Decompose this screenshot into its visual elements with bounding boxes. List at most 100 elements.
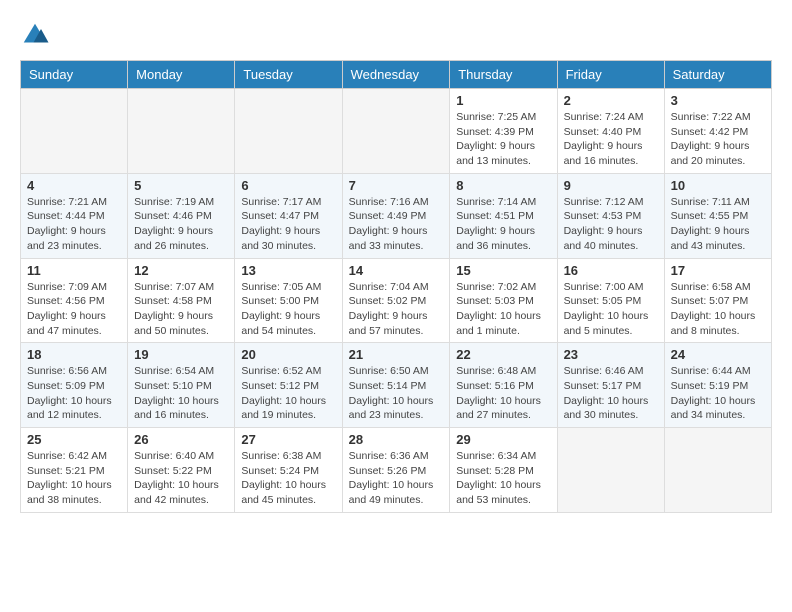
day-cell: 4 Sunrise: 7:21 AMSunset: 4:44 PMDaylight… [21,173,128,258]
day-cell: 12 Sunrise: 7:07 AMSunset: 4:58 PMDayligh… [128,258,235,343]
day-info: Sunrise: 6:48 AMSunset: 5:16 PMDaylight:… [456,364,550,423]
day-cell: 11 Sunrise: 7:09 AMSunset: 4:56 PMDayligh… [21,258,128,343]
col-header-thursday: Thursday [450,61,557,89]
day-cell [664,428,771,513]
day-info: Sunrise: 7:12 AMSunset: 4:53 PMDaylight:… [564,195,658,254]
calendar-header-row: SundayMondayTuesdayWednesdayThursdayFrid… [21,61,772,89]
day-cell: 8 Sunrise: 7:14 AMSunset: 4:51 PMDaylight… [450,173,557,258]
day-number: 15 [456,263,550,278]
col-header-sunday: Sunday [21,61,128,89]
day-cell: 20 Sunrise: 6:52 AMSunset: 5:12 PMDayligh… [235,343,342,428]
day-number: 18 [27,347,121,362]
day-number: 16 [564,263,658,278]
day-number: 24 [671,347,765,362]
day-info: Sunrise: 6:36 AMSunset: 5:26 PMDaylight:… [349,449,444,508]
day-cell: 2 Sunrise: 7:24 AMSunset: 4:40 PMDaylight… [557,89,664,174]
day-cell: 21 Sunrise: 6:50 AMSunset: 5:14 PMDayligh… [342,343,450,428]
day-number: 9 [564,178,658,193]
week-row-5: 25 Sunrise: 6:42 AMSunset: 5:21 PMDayligh… [21,428,772,513]
week-row-4: 18 Sunrise: 6:56 AMSunset: 5:09 PMDayligh… [21,343,772,428]
day-cell: 16 Sunrise: 7:00 AMSunset: 5:05 PMDayligh… [557,258,664,343]
day-info: Sunrise: 7:25 AMSunset: 4:39 PMDaylight:… [456,110,550,169]
day-number: 21 [349,347,444,362]
col-header-saturday: Saturday [664,61,771,89]
day-number: 26 [134,432,228,447]
day-number: 12 [134,263,228,278]
day-info: Sunrise: 7:05 AMSunset: 5:00 PMDaylight:… [241,280,335,339]
day-number: 11 [27,263,121,278]
day-info: Sunrise: 6:54 AMSunset: 5:10 PMDaylight:… [134,364,228,423]
day-info: Sunrise: 7:24 AMSunset: 4:40 PMDaylight:… [564,110,658,169]
day-cell: 24 Sunrise: 6:44 AMSunset: 5:19 PMDayligh… [664,343,771,428]
day-number: 7 [349,178,444,193]
day-info: Sunrise: 7:16 AMSunset: 4:49 PMDaylight:… [349,195,444,254]
day-info: Sunrise: 7:00 AMSunset: 5:05 PMDaylight:… [564,280,658,339]
day-info: Sunrise: 7:04 AMSunset: 5:02 PMDaylight:… [349,280,444,339]
day-cell: 29 Sunrise: 6:34 AMSunset: 5:28 PMDayligh… [450,428,557,513]
day-info: Sunrise: 6:34 AMSunset: 5:28 PMDaylight:… [456,449,550,508]
day-info: Sunrise: 7:09 AMSunset: 4:56 PMDaylight:… [27,280,121,339]
day-cell [235,89,342,174]
day-cell [21,89,128,174]
page-header [20,20,772,50]
col-header-wednesday: Wednesday [342,61,450,89]
col-header-friday: Friday [557,61,664,89]
day-cell: 19Sunrise: 6:54 AMSunset: 5:10 PMDayligh… [128,343,235,428]
day-number: 5 [134,178,228,193]
day-info: Sunrise: 7:07 AMSunset: 4:58 PMDaylight:… [134,280,228,339]
day-number: 25 [27,432,121,447]
day-info: Sunrise: 7:19 AMSunset: 4:46 PMDaylight:… [134,195,228,254]
day-number: 14 [349,263,444,278]
col-header-monday: Monday [128,61,235,89]
logo-icon [20,20,50,50]
week-row-3: 11 Sunrise: 7:09 AMSunset: 4:56 PMDayligh… [21,258,772,343]
day-number: 28 [349,432,444,447]
day-info: Sunrise: 7:22 AMSunset: 4:42 PMDaylight:… [671,110,765,169]
day-number: 22 [456,347,550,362]
day-cell [128,89,235,174]
day-number: 10 [671,178,765,193]
week-row-1: 1 Sunrise: 7:25 AMSunset: 4:39 PMDaylight… [21,89,772,174]
day-cell: 9 Sunrise: 7:12 AMSunset: 4:53 PMDaylight… [557,173,664,258]
logo [20,20,54,50]
day-number: 4 [27,178,121,193]
day-number: 8 [456,178,550,193]
day-info: Sunrise: 7:02 AMSunset: 5:03 PMDaylight:… [456,280,550,339]
day-info: Sunrise: 7:21 AMSunset: 4:44 PMDaylight:… [27,195,121,254]
day-cell: 26Sunrise: 6:40 AMSunset: 5:22 PMDayligh… [128,428,235,513]
day-info: Sunrise: 6:58 AMSunset: 5:07 PMDaylight:… [671,280,765,339]
day-cell: 28 Sunrise: 6:36 AMSunset: 5:26 PMDayligh… [342,428,450,513]
day-number: 29 [456,432,550,447]
day-cell: 1 Sunrise: 7:25 AMSunset: 4:39 PMDaylight… [450,89,557,174]
day-cell: 22 Sunrise: 6:48 AMSunset: 5:16 PMDayligh… [450,343,557,428]
day-number: 23 [564,347,658,362]
day-number: 13 [241,263,335,278]
day-cell: 15 Sunrise: 7:02 AMSunset: 5:03 PMDayligh… [450,258,557,343]
day-number: 17 [671,263,765,278]
day-info: Sunrise: 6:56 AMSunset: 5:09 PMDaylight:… [27,364,121,423]
day-info: Sunrise: 7:11 AMSunset: 4:55 PMDaylight:… [671,195,765,254]
col-header-tuesday: Tuesday [235,61,342,89]
day-info: Sunrise: 6:42 AMSunset: 5:21 PMDaylight:… [27,449,121,508]
day-number: 6 [241,178,335,193]
day-number: 2 [564,93,658,108]
calendar-table: SundayMondayTuesdayWednesdayThursdayFrid… [20,60,772,513]
day-cell: 5 Sunrise: 7:19 AMSunset: 4:46 PMDaylight… [128,173,235,258]
day-cell: 25 Sunrise: 6:42 AMSunset: 5:21 PMDayligh… [21,428,128,513]
day-number: 20 [241,347,335,362]
day-info: Sunrise: 6:50 AMSunset: 5:14 PMDaylight:… [349,364,444,423]
day-cell [557,428,664,513]
day-info: Sunrise: 7:14 AMSunset: 4:51 PMDaylight:… [456,195,550,254]
day-info: Sunrise: 6:44 AMSunset: 5:19 PMDaylight:… [671,364,765,423]
day-number: 27 [241,432,335,447]
day-info: Sunrise: 7:17 AMSunset: 4:47 PMDaylight:… [241,195,335,254]
day-info: Sunrise: 6:52 AMSunset: 5:12 PMDaylight:… [241,364,335,423]
week-row-2: 4 Sunrise: 7:21 AMSunset: 4:44 PMDaylight… [21,173,772,258]
day-number: 3 [671,93,765,108]
day-number: 1 [456,93,550,108]
day-cell: 18 Sunrise: 6:56 AMSunset: 5:09 PMDayligh… [21,343,128,428]
day-cell: 14 Sunrise: 7:04 AMSunset: 5:02 PMDayligh… [342,258,450,343]
day-cell: 10 Sunrise: 7:11 AMSunset: 4:55 PMDayligh… [664,173,771,258]
day-info: Sunrise: 6:38 AMSunset: 5:24 PMDaylight:… [241,449,335,508]
day-cell: 6 Sunrise: 7:17 AMSunset: 4:47 PMDaylight… [235,173,342,258]
